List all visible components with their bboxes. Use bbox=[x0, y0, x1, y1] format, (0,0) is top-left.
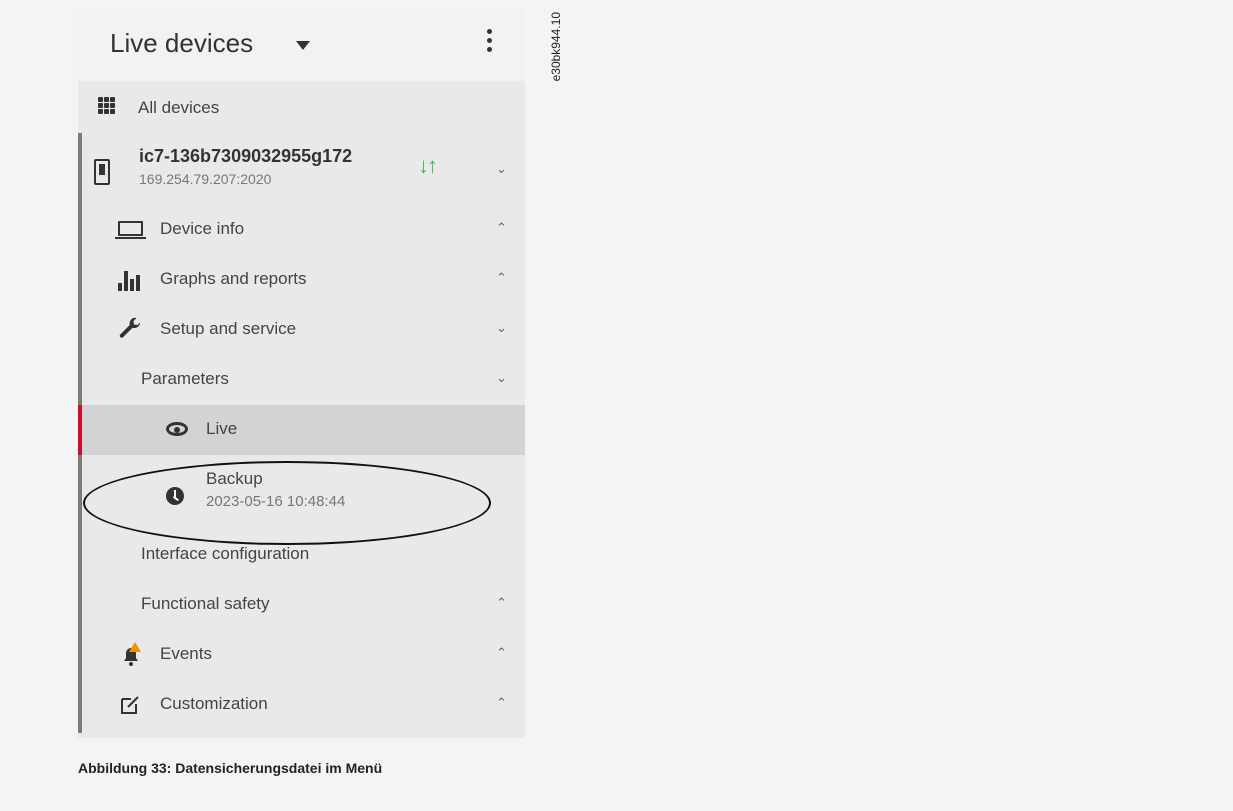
device-item[interactable]: ic7-136b7309032955g172 169.254.79.207:20… bbox=[78, 133, 525, 205]
wrench-icon bbox=[119, 317, 141, 338]
warning-badge-icon bbox=[129, 642, 141, 652]
chevron-up-icon[interactable]: ⌃ bbox=[496, 645, 507, 661]
device-address: 169.254.79.207:2020 bbox=[139, 171, 272, 187]
menu-item-functional-safety[interactable]: Functional safety ⌃ bbox=[78, 580, 525, 630]
menu-item-label: Setup and service bbox=[160, 319, 297, 338]
menu-item-label: Interface configuration bbox=[141, 544, 310, 563]
menu-item-device-info[interactable]: Device info ⌃ bbox=[78, 205, 525, 255]
clock-icon bbox=[166, 487, 184, 505]
menu-item-setup[interactable]: Setup and service ⌄ bbox=[78, 305, 525, 355]
chevron-down-icon[interactable]: ⌄ bbox=[496, 370, 507, 386]
sync-arrows-icon: ↓↑ bbox=[418, 153, 438, 178]
kebab-icon[interactable] bbox=[481, 26, 497, 60]
figure-caption: Abbildung 33: Datensicherungsdatei im Me… bbox=[78, 760, 383, 776]
chevron-up-icon[interactable]: ⌃ bbox=[496, 595, 507, 611]
chevron-up-icon[interactable]: ⌃ bbox=[496, 270, 507, 286]
menu-item-backup[interactable]: Backup 2023-05-16 10:48:44 bbox=[78, 455, 525, 525]
selection-indicator bbox=[78, 405, 82, 455]
menu-item-label: Functional safety bbox=[141, 594, 270, 613]
menu-item-interface-configuration[interactable]: Interface configuration bbox=[78, 530, 525, 580]
bell-icon bbox=[124, 642, 141, 666]
all-devices-label: All devices bbox=[138, 98, 220, 117]
chevron-up-icon[interactable]: ⌃ bbox=[496, 220, 507, 236]
device-drive-icon bbox=[94, 159, 110, 185]
menu-item-label: Customization bbox=[160, 694, 268, 713]
caret-down-icon[interactable] bbox=[296, 41, 310, 50]
panel-header: Live devices bbox=[78, 8, 525, 81]
backup-label: Backup bbox=[206, 469, 263, 488]
all-devices-item[interactable]: All devices bbox=[78, 83, 525, 133]
menu-item-live[interactable]: Live bbox=[78, 405, 525, 455]
backup-timestamp: 2023-05-16 10:48:44 bbox=[206, 493, 346, 510]
menu-item-label: Device info bbox=[160, 219, 245, 238]
device-navigation-panel: Live devices All devices ic7-136b7309032… bbox=[78, 8, 525, 738]
chevron-down-icon[interactable]: ⌄ bbox=[496, 161, 507, 177]
live-devices-title[interactable]: Live devices bbox=[110, 28, 253, 59]
menu-item-graphs[interactable]: Graphs and reports ⌃ bbox=[78, 255, 525, 305]
figure-id: e30bk944.10 bbox=[549, 12, 563, 82]
device-name: ic7-136b7309032955g172 bbox=[139, 146, 353, 166]
edit-icon bbox=[121, 696, 139, 714]
menu-item-parameters[interactable]: Parameters ⌄ bbox=[78, 355, 525, 405]
menu-item-label: Live bbox=[206, 419, 238, 438]
chevron-down-icon[interactable]: ⌄ bbox=[496, 320, 507, 336]
bar-chart-icon bbox=[118, 269, 140, 291]
menu-item-label: Events bbox=[160, 644, 212, 663]
grid-icon bbox=[98, 97, 117, 116]
laptop-icon bbox=[115, 221, 146, 239]
menu-item-label: Graphs and reports bbox=[160, 269, 307, 288]
chevron-up-icon[interactable]: ⌃ bbox=[496, 695, 507, 711]
eye-icon bbox=[166, 422, 188, 436]
menu-item-label: Parameters bbox=[141, 369, 229, 388]
menu-item-customization[interactable]: Customization ⌃ bbox=[78, 680, 525, 730]
menu-item-events[interactable]: Events ⌃ bbox=[78, 630, 525, 680]
